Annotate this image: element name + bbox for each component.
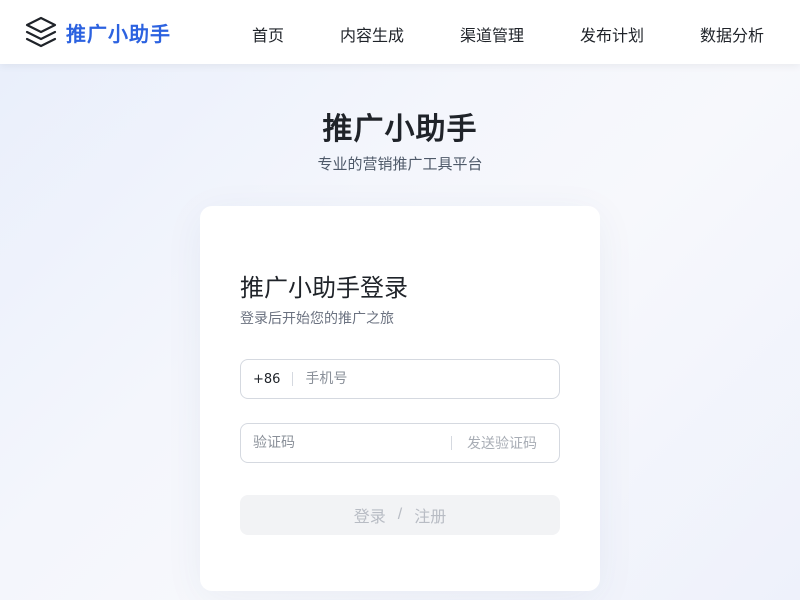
login-subtitle: 登录后开始您的推广之旅 xyxy=(240,311,394,327)
top-header: 推广小助手 首页 内容生成 渠道管理 发布计划 数据分析 xyxy=(0,0,800,64)
nav-item-content-generation[interactable]: 内容生成 xyxy=(340,22,404,46)
send-code-button[interactable]: 发送验证码 xyxy=(467,433,537,453)
register-label: 注册 xyxy=(414,509,447,526)
brand-logo[interactable]: 推广小助手 xyxy=(24,14,171,50)
brand-name: 推广小助手 xyxy=(66,21,171,46)
nav-item-publish-plan[interactable]: 发布计划 xyxy=(580,22,644,46)
layers-icon xyxy=(25,16,57,48)
country-code-prefix[interactable]: +86 xyxy=(253,372,280,387)
nav-item-home[interactable]: 首页 xyxy=(252,22,284,46)
phone-input[interactable] xyxy=(305,361,536,397)
login-label: 登录 xyxy=(353,509,386,526)
nav-item-channel-management[interactable]: 渠道管理 xyxy=(460,22,524,46)
submit-separator: / xyxy=(397,506,403,523)
verification-code-input[interactable] xyxy=(253,425,443,461)
nav-item-data-analysis[interactable]: 数据分析 xyxy=(700,22,764,46)
login-register-button[interactable]: 登录 / 注册 xyxy=(240,495,560,535)
login-card: 推广小助手登录 登录后开始您的推广之旅 +86 发送验证码 登录 / 注册 xyxy=(200,206,600,591)
hero-title: 推广小助手 xyxy=(322,112,478,147)
field-divider xyxy=(292,372,294,386)
login-title: 推广小助手登录 xyxy=(240,274,408,302)
field-divider xyxy=(451,436,452,450)
hero-subtitle: 专业的营销推广工具平台 xyxy=(317,155,483,173)
phone-field: +86 xyxy=(240,359,560,399)
verification-code-field: 发送验证码 xyxy=(240,423,560,463)
